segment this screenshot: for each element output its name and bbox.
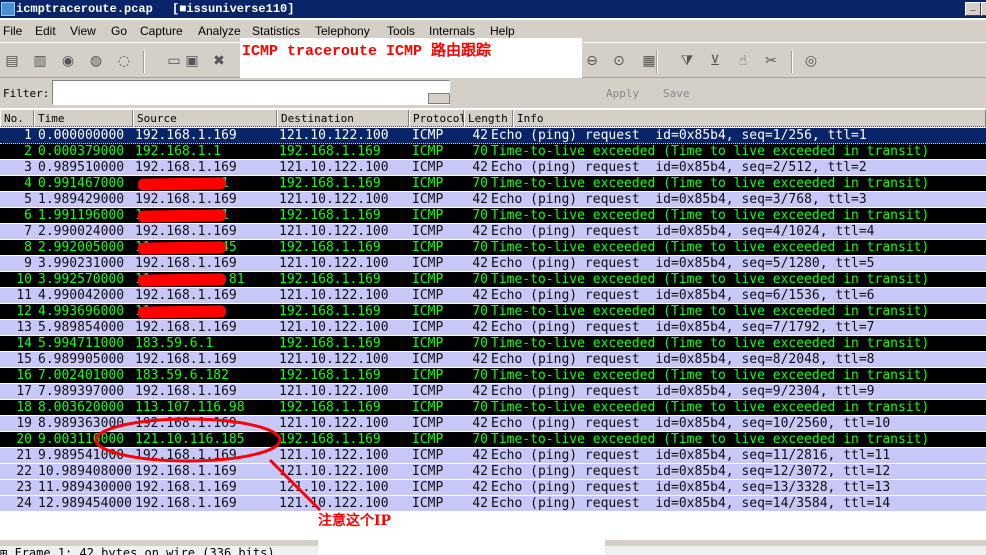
annotation-note: 注意这个IP (318, 513, 392, 529)
annotation-overlay (94, 417, 322, 512)
annotation-ellipse (94, 417, 282, 463)
annotation-arrow-line (268, 458, 322, 512)
